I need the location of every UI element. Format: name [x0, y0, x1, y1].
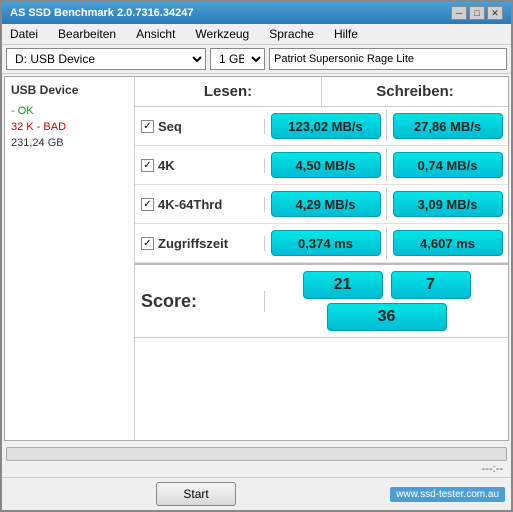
- status-ok: - OK: [11, 105, 128, 117]
- progress-area: ---:--: [2, 443, 511, 477]
- checkbox-4k[interactable]: ✓: [141, 159, 154, 172]
- progress-bar-container: [6, 447, 507, 461]
- device-size: 231,24 GB: [11, 137, 128, 149]
- table-row: ✓ 4K 4,50 MB/s 0,74 MB/s: [135, 146, 508, 185]
- menu-ansicht[interactable]: Ansicht: [132, 26, 179, 42]
- write-cell-access: 4,607 ms: [387, 227, 508, 259]
- column-headers: Lesen: Schreiben:: [135, 77, 508, 107]
- label-4k: 4K: [158, 158, 175, 173]
- bottom-bar: Start www.ssd-tester.com.au: [2, 477, 511, 510]
- minimize-button[interactable]: ─: [451, 6, 467, 20]
- label-access: Zugriffszeit: [158, 236, 228, 251]
- score-total: 36: [327, 303, 447, 331]
- main-window: AS SSD Benchmark 2.0.7316.34247 ─ □ ✕ Da…: [0, 0, 513, 512]
- checkbox-seq[interactable]: ✓: [141, 120, 154, 133]
- label-seq: Seq: [158, 119, 182, 134]
- content-area: USB Device - OK 32 K - BAD 231,24 GB Les…: [4, 76, 509, 441]
- row-label-4k64: ✓ 4K-64Thrd: [135, 197, 265, 212]
- write-cell-4k64: 3,09 MB/s: [387, 188, 508, 220]
- close-button[interactable]: ✕: [487, 6, 503, 20]
- score-values: 21 7 36: [265, 269, 508, 333]
- score-read: 21: [303, 271, 383, 299]
- benchmark-area: Lesen: Schreiben: ✓ Seq 123,02 MB/s 27,8…: [135, 77, 508, 440]
- write-header: Schreiben:: [322, 77, 508, 106]
- device-name: USB Device: [11, 83, 128, 97]
- menu-werkzeug[interactable]: Werkzeug: [191, 26, 253, 42]
- table-row: ✓ Zugriffszeit 0,374 ms 4,607 ms: [135, 224, 508, 263]
- progress-time: ---:--: [6, 463, 507, 475]
- maximize-button[interactable]: □: [469, 6, 485, 20]
- menu-bar: Datei Bearbeiten Ansicht Werkzeug Sprach…: [2, 24, 511, 45]
- size-select[interactable]: 1 GB: [210, 48, 265, 70]
- write-cell-4k: 0,74 MB/s: [387, 149, 508, 181]
- menu-hilfe[interactable]: Hilfe: [330, 26, 362, 42]
- left-info-panel: USB Device - OK 32 K - BAD 231,24 GB: [5, 77, 135, 440]
- checkbox-access[interactable]: ✓: [141, 237, 154, 250]
- table-row: ✓ Seq 123,02 MB/s 27,86 MB/s: [135, 107, 508, 146]
- score-top-values: 21 7: [269, 271, 504, 299]
- row-label-access: ✓ Zugriffszeit: [135, 236, 265, 251]
- read-cell-access: 0,374 ms: [265, 227, 387, 259]
- read-value-seq: 123,02 MB/s: [271, 113, 381, 139]
- read-cell-4k64: 4,29 MB/s: [265, 188, 387, 220]
- drive-select[interactable]: D: USB Device: [6, 48, 206, 70]
- write-value-seq: 27,86 MB/s: [393, 113, 503, 139]
- row-label-seq: ✓ Seq: [135, 119, 265, 134]
- title-bar: AS SSD Benchmark 2.0.7316.34247 ─ □ ✕: [2, 2, 511, 24]
- score-write: 7: [391, 271, 471, 299]
- read-cell-seq: 123,02 MB/s: [265, 110, 387, 142]
- read-header: Lesen:: [135, 77, 322, 106]
- window-title: AS SSD Benchmark 2.0.7316.34247: [10, 7, 193, 19]
- table-row: ✓ 4K-64Thrd 4,29 MB/s 3,09 MB/s: [135, 185, 508, 224]
- row-label-4k: ✓ 4K: [135, 158, 265, 173]
- toolbar: D: USB Device 1 GB Patriot Supersonic Ra…: [2, 45, 511, 74]
- benchmark-rows: ✓ Seq 123,02 MB/s 27,86 MB/s ✓ 4K: [135, 107, 508, 440]
- menu-sprache[interactable]: Sprache: [265, 26, 318, 42]
- window-controls: ─ □ ✕: [451, 6, 503, 20]
- score-row: Score: 21 7 36: [135, 263, 508, 338]
- menu-datei[interactable]: Datei: [6, 26, 42, 42]
- start-button[interactable]: Start: [156, 482, 236, 506]
- read-cell-4k: 4,50 MB/s: [265, 149, 387, 181]
- device-label: Patriot Supersonic Rage Lite: [269, 48, 507, 70]
- label-4k64: 4K-64Thrd: [158, 197, 222, 212]
- watermark: www.ssd-tester.com.au: [390, 487, 505, 502]
- read-value-4k64: 4,29 MB/s: [271, 191, 381, 217]
- read-value-4k: 4,50 MB/s: [271, 152, 381, 178]
- menu-bearbeiten[interactable]: Bearbeiten: [54, 26, 120, 42]
- write-value-4k: 0,74 MB/s: [393, 152, 503, 178]
- write-value-access: 4,607 ms: [393, 230, 503, 256]
- write-cell-seq: 27,86 MB/s: [387, 110, 508, 142]
- score-label: Score:: [135, 291, 265, 312]
- read-value-access: 0,374 ms: [271, 230, 381, 256]
- write-value-4k64: 3,09 MB/s: [393, 191, 503, 217]
- status-bad: 32 K - BAD: [11, 121, 128, 133]
- checkbox-4k64[interactable]: ✓: [141, 198, 154, 211]
